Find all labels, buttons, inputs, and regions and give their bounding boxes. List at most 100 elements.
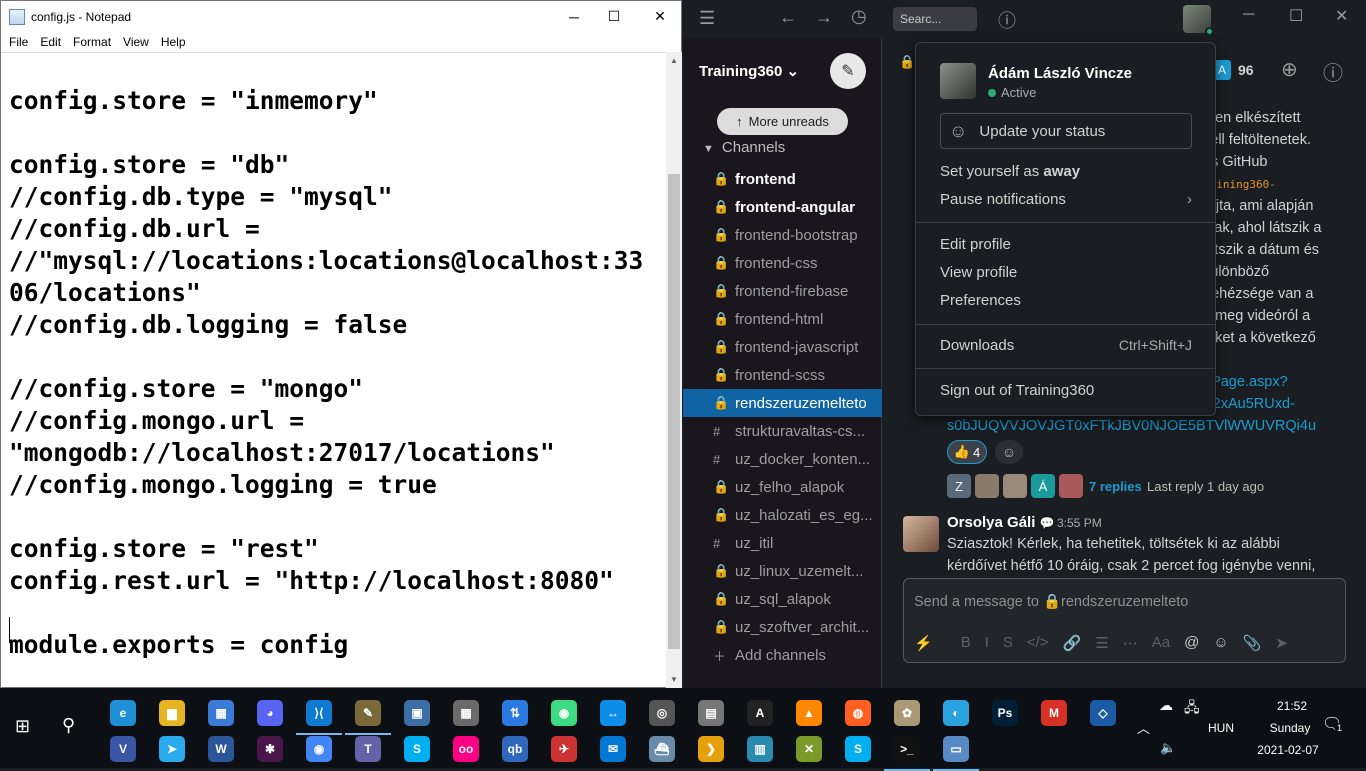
shortcuts-icon[interactable]: ⚡ bbox=[914, 634, 933, 652]
channel-item-frontend-css[interactable]: 🔒 frontend-css bbox=[683, 249, 882, 277]
compose-button[interactable]: ✎ bbox=[830, 53, 866, 89]
message-composer[interactable]: Send a message to 🔒rendszeruzemelteto ⚡ B… bbox=[903, 578, 1346, 663]
clock-time[interactable]: 21:52 bbox=[1260, 699, 1324, 713]
paint-tool-icon[interactable]: ✎ bbox=[345, 700, 391, 735]
teamviewer-icon[interactable]: ↔ bbox=[600, 700, 626, 726]
app-x-icon[interactable]: ✕ bbox=[796, 736, 822, 762]
remote-desktop-icon[interactable]: ▣ bbox=[404, 700, 430, 726]
scanner-icon[interactable]: ▤ bbox=[698, 700, 724, 726]
notepad-titlebar[interactable]: config.js - Notepad ─ ☐ ✕ bbox=[1, 1, 681, 32]
chrome-icon[interactable]: ◉ bbox=[306, 736, 332, 762]
code-icon[interactable]: </> bbox=[1027, 634, 1049, 652]
menu-help[interactable]: Help bbox=[155, 35, 192, 49]
add-channels-button[interactable]: ＋ Add channels bbox=[683, 641, 882, 669]
message-author[interactable]: Orsolya Gáli 💬 bbox=[947, 514, 1055, 531]
add-member-icon[interactable]: ⊕ bbox=[1281, 57, 1298, 82]
menu-file[interactable]: File bbox=[3, 35, 34, 49]
vlc-icon[interactable]: ▲ bbox=[796, 700, 822, 726]
back-arrow-icon[interactable]: ← bbox=[779, 7, 797, 28]
discord-icon[interactable]: ◕ bbox=[257, 700, 283, 726]
channel-item-frontend-firebase[interactable]: 🔒 frontend-firebase bbox=[683, 277, 882, 305]
scroll-down-icon[interactable]: ▼ bbox=[666, 671, 682, 688]
scroll-thumb[interactable] bbox=[668, 174, 680, 649]
channel-item-uz-itil[interactable]: # uz_itil bbox=[683, 529, 882, 557]
virtualbox-icon[interactable]: ◇ bbox=[1090, 700, 1116, 726]
more-unreads-button[interactable]: ↑ More unreads bbox=[717, 108, 848, 135]
photoshop-icon[interactable]: Ps bbox=[992, 700, 1018, 726]
window-close-icon[interactable]: ✕ bbox=[1335, 6, 1348, 26]
channel-item-uz-felho-alapok[interactable]: 🔒 uz_felho_alapok bbox=[683, 473, 882, 501]
building-icon[interactable]: ▥ bbox=[747, 736, 773, 762]
satellite-icon[interactable]: ✈ bbox=[551, 736, 577, 762]
flickr-icon[interactable]: oo bbox=[453, 736, 479, 762]
channel-item-uz-szoftver-archit[interactable]: 🔒 uz_szoftver_archit... bbox=[683, 613, 882, 641]
list-icon[interactable]: ☰ bbox=[1095, 634, 1108, 652]
channel-item-frontend-javascript[interactable]: 🔒 frontend-javascript bbox=[683, 333, 882, 361]
word-icon[interactable]: W bbox=[208, 736, 234, 762]
channel-item-frontend-scss[interactable]: 🔒 frontend-scss bbox=[683, 361, 882, 389]
forward-arrow-icon[interactable]: → bbox=[815, 7, 833, 28]
italic-icon[interactable]: I bbox=[985, 634, 989, 652]
edge-icon[interactable]: e bbox=[110, 700, 136, 726]
channel-item-uz-linux-uzemelt[interactable]: 🔒 uz_linux_uzemelt... bbox=[683, 557, 882, 585]
channels-section-header[interactable]: ▼ Channels bbox=[703, 139, 785, 156]
firefox-icon[interactable]: ◍ bbox=[845, 700, 871, 726]
menu-format[interactable]: Format bbox=[67, 35, 117, 49]
window-minimize-icon[interactable]: ─ bbox=[1243, 6, 1254, 24]
android-icon[interactable]: ◉ bbox=[551, 700, 577, 726]
terminal-icon[interactable]: >_ bbox=[884, 736, 930, 771]
visio-icon[interactable]: V bbox=[110, 736, 136, 762]
skype-2-icon[interactable]: S bbox=[845, 736, 871, 762]
set-away-item[interactable]: Set yourself as away bbox=[940, 163, 1080, 180]
onedrive-icon[interactable]: ☁ bbox=[1159, 697, 1173, 714]
add-reaction-icon[interactable]: ☺ bbox=[995, 440, 1023, 464]
globe-icon[interactable]: ◐ bbox=[943, 700, 969, 726]
tray-expand-icon[interactable]: ︿ bbox=[1137, 718, 1150, 737]
link-icon[interactable]: 🔗 bbox=[1063, 634, 1082, 652]
gmail-icon[interactable]: M bbox=[1041, 700, 1067, 726]
slack-icon[interactable]: ✱ bbox=[257, 736, 283, 762]
channel-item-frontend-bootstrap[interactable]: 🔒 frontend-bootstrap bbox=[683, 221, 882, 249]
author-avatar[interactable] bbox=[903, 516, 939, 552]
downloads-item[interactable]: Downloads Ctrl+Shift+J bbox=[940, 337, 1192, 354]
control-panel-icon[interactable]: ▦ bbox=[208, 700, 234, 726]
attach-icon[interactable]: 📎 bbox=[1243, 634, 1262, 652]
update-status-button[interactable]: ☺ Update your status bbox=[940, 113, 1192, 149]
details-info-icon[interactable]: ⓘ bbox=[1323, 57, 1343, 86]
menu-edit[interactable]: Edit bbox=[34, 35, 67, 49]
teams-icon[interactable]: T bbox=[355, 736, 381, 762]
skype-icon[interactable]: S bbox=[404, 736, 430, 762]
vscode-icon[interactable]: ⟩⟨ bbox=[296, 700, 342, 735]
close-button[interactable]: ✕ bbox=[637, 1, 683, 32]
menu-view[interactable]: View bbox=[117, 35, 155, 49]
emoji-icon[interactable]: ☺ bbox=[1213, 634, 1228, 652]
ship-icon[interactable]: ⛴ bbox=[649, 736, 675, 762]
hamburger-menu-icon[interactable]: ☰ bbox=[699, 8, 715, 29]
clock-date[interactable]: 2021-02-07 bbox=[1240, 743, 1336, 757]
channel-item-uz-docker-konten[interactable]: # uz_docker_konten... bbox=[683, 445, 882, 473]
view-profile-item[interactable]: View profile bbox=[940, 264, 1017, 281]
qbittorrent-icon[interactable]: qb bbox=[502, 736, 528, 762]
paint-palette-icon[interactable]: ✿ bbox=[894, 700, 920, 726]
webcam-icon[interactable]: ◎ bbox=[649, 700, 675, 726]
notepad-text-area[interactable]: config.store = "inmemory" config.store = … bbox=[1, 52, 666, 688]
mention-icon[interactable]: @ bbox=[1184, 634, 1199, 652]
channel-item-frontend-html[interactable]: 🔒 frontend-html bbox=[683, 305, 882, 333]
send-icon[interactable]: ➤ bbox=[1275, 634, 1288, 652]
message-time[interactable]: 3:55 PM bbox=[1057, 516, 1102, 530]
mail-icon[interactable]: ✉ bbox=[600, 736, 626, 762]
strikethrough-icon[interactable]: S bbox=[1003, 634, 1013, 652]
help-icon[interactable]: ⓘ bbox=[998, 7, 1016, 33]
notepad-icon[interactable]: ▭ bbox=[933, 736, 979, 771]
channel-item-uz-halozati-es-eg[interactable]: 🔒 uz_halozati_es_eg... bbox=[683, 501, 882, 529]
search-icon[interactable]: ⚲ bbox=[62, 715, 75, 736]
search-input[interactable]: Searc... bbox=[893, 7, 977, 31]
user-avatar-button[interactable] bbox=[1183, 5, 1214, 36]
app-a-icon[interactable]: A bbox=[747, 700, 773, 726]
language-indicator[interactable]: HUN bbox=[1208, 721, 1234, 735]
history-icon[interactable]: ◷ bbox=[851, 6, 867, 27]
cloud-sync-icon[interactable]: ⇅ bbox=[502, 700, 528, 726]
pause-notifications-item[interactable]: Pause notifications › bbox=[940, 191, 1192, 208]
sign-out-item[interactable]: Sign out of Training360 bbox=[940, 382, 1094, 399]
scroll-up-icon[interactable]: ▲ bbox=[666, 52, 682, 69]
